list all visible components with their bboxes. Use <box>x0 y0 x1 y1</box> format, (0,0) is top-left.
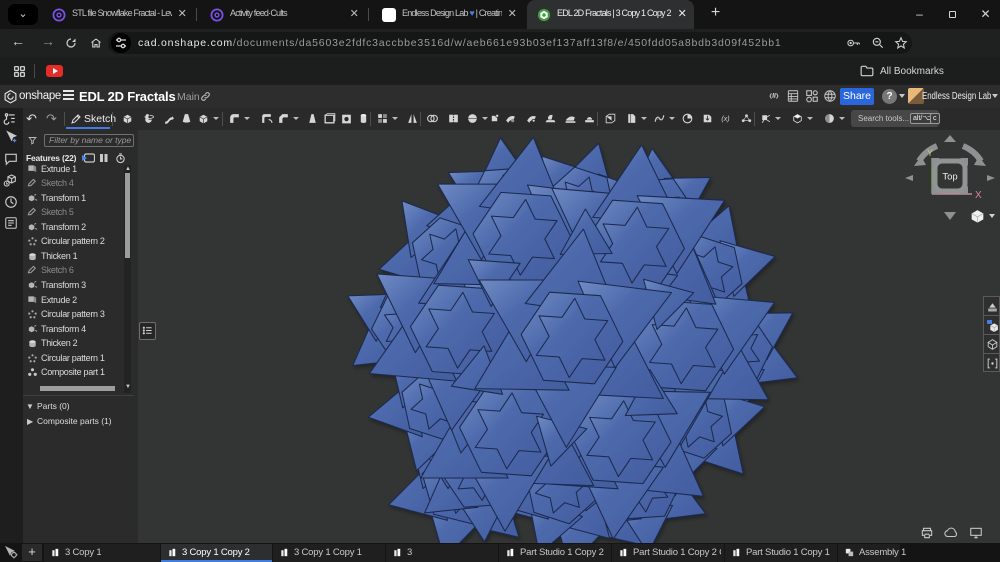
svg-text:(x): (x) <box>721 116 729 123</box>
svg-text:Top: Top <box>942 172 957 183</box>
svg-text:X: X <box>975 190 982 201</box>
svg-text:Y: Y <box>927 148 933 158</box>
